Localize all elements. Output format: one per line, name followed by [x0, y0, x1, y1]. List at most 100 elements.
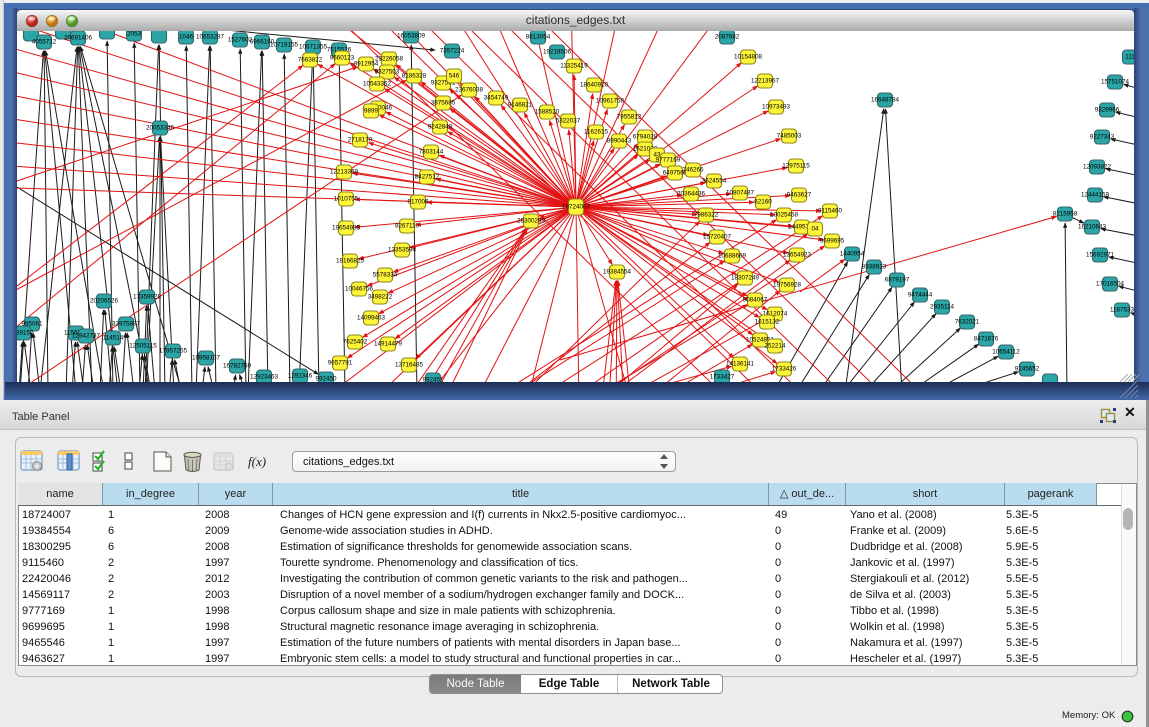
svg-text:9777169: 9777169 [656, 157, 681, 164]
svg-text:33975887: 33975887 [112, 321, 141, 328]
svg-text:939152: 939152 [17, 330, 34, 337]
svg-text:9657791: 9657791 [328, 360, 353, 367]
svg-text:8990443: 8990443 [607, 138, 632, 145]
svg-text:10654112: 10654112 [992, 349, 1020, 356]
svg-text:19166825: 19166825 [336, 258, 365, 265]
svg-text:4055712: 4055712 [32, 39, 57, 46]
svg-text:10973493: 10973493 [762, 104, 791, 111]
svg-text:04: 04 [811, 226, 819, 233]
svg-text:992450: 992450 [315, 376, 337, 383]
svg-text:9245652: 9245652 [1015, 366, 1040, 373]
svg-text:12093822: 12093822 [1083, 164, 1112, 171]
svg-text:546: 546 [449, 73, 460, 80]
svg-text:252214: 252214 [764, 343, 786, 350]
svg-text:12923463: 12923463 [250, 374, 279, 381]
svg-text:12444159: 12444159 [1081, 192, 1110, 199]
svg-text:10719155: 10719155 [270, 42, 299, 49]
svg-text:20364436: 20364436 [677, 191, 706, 198]
svg-text:8186328: 8186328 [402, 73, 427, 80]
svg-text:10961758: 10961758 [596, 98, 625, 105]
svg-text:1010755: 1010755 [334, 196, 359, 203]
svg-text:14914479: 14914479 [374, 341, 403, 348]
svg-text:10046756: 10046756 [345, 286, 374, 293]
svg-text:9146821: 9146821 [508, 102, 533, 109]
svg-text:10543362: 10543362 [363, 81, 392, 88]
svg-text:8267110: 8267110 [395, 223, 420, 230]
svg-text:7625402: 7625402 [343, 339, 368, 346]
svg-text:10025458: 10025458 [770, 212, 799, 219]
svg-text:9227343: 9227343 [1090, 134, 1115, 141]
svg-text:992451: 992451 [422, 377, 444, 383]
svg-text:1615132: 1615132 [755, 319, 780, 326]
svg-text:9463627: 9463627 [787, 192, 812, 199]
svg-text:917006: 917006 [407, 199, 429, 206]
svg-text:12942737: 12942737 [72, 333, 101, 340]
svg-text:19654985: 19654985 [332, 225, 361, 232]
svg-text:1733426: 1733426 [772, 366, 797, 373]
svg-text:18640910: 18640910 [580, 82, 609, 89]
svg-text:1162615: 1162615 [584, 129, 609, 136]
svg-text:62160: 62160 [754, 199, 772, 206]
svg-text:10653287: 10653287 [196, 34, 225, 41]
svg-text:1167533: 1167533 [1110, 307, 1134, 314]
svg-text:20691406: 20691406 [64, 35, 93, 42]
svg-text:10154808: 10154808 [734, 54, 763, 61]
svg-text:20206526: 20206526 [90, 298, 119, 305]
svg-text:16782759: 16782759 [223, 363, 252, 370]
svg-text:7986322: 7986322 [694, 212, 719, 219]
svg-text:23226058: 23226058 [375, 56, 404, 63]
svg-text:2718170: 2718170 [348, 137, 373, 144]
svg-text:10688609: 10688609 [718, 253, 747, 260]
svg-text:8938923: 8938923 [862, 264, 887, 271]
svg-text:10958107: 10958107 [192, 355, 221, 362]
svg-text:17957255: 17957255 [159, 348, 188, 355]
svg-text:1046: 1046 [179, 34, 194, 41]
svg-text:1733427: 1733427 [710, 374, 735, 381]
svg-text:11325419: 11325419 [560, 63, 588, 70]
svg-text:3624554: 3624554 [702, 178, 727, 185]
svg-text:1440954: 1440954 [840, 251, 865, 258]
svg-text:9115460: 9115460 [818, 208, 843, 215]
svg-text:15692971: 15692971 [1086, 252, 1115, 259]
svg-text:9699695: 9699695 [820, 238, 845, 245]
svg-text:16053809: 16053809 [397, 33, 426, 40]
svg-text:13353594: 13353594 [388, 247, 417, 254]
svg-text:19218506: 19218506 [543, 49, 572, 56]
svg-text:13654923: 13654923 [783, 252, 812, 259]
svg-text:7485003: 7485003 [777, 133, 802, 140]
svg-text:16210643: 16210643 [1078, 224, 1107, 231]
svg-text:5578334: 5578334 [373, 272, 398, 279]
svg-text:13716485: 13716485 [395, 362, 424, 369]
svg-text:12213369: 12213369 [330, 169, 359, 176]
svg-text:f​(x): f​(x) [248, 454, 266, 469]
svg-text:9329966: 9329966 [1095, 107, 1120, 114]
svg-text:9899: 9899 [364, 108, 379, 115]
svg-text:19384554: 19384554 [603, 269, 632, 276]
svg-text:9474444: 9474444 [908, 292, 933, 299]
svg-text:9327503: 9327503 [375, 69, 400, 76]
svg-text:17359928: 17359928 [133, 294, 162, 301]
svg-text:10807487: 10807487 [726, 190, 755, 197]
svg-text:14099463: 14099463 [357, 315, 386, 322]
svg-text:12213967: 12213967 [751, 78, 780, 85]
svg-text:8813054: 8813054 [526, 34, 551, 41]
svg-text:2053: 2053 [127, 31, 142, 38]
svg-text:2935114: 2935114 [930, 304, 955, 311]
svg-text:111: 111 [1125, 54, 1134, 61]
svg-text:16648784: 16648784 [871, 97, 900, 104]
svg-text:3454749: 3454749 [484, 95, 509, 102]
svg-text:7632021: 7632021 [955, 319, 980, 326]
svg-text:15751074: 15751074 [1101, 79, 1130, 86]
svg-text:6879197: 6879197 [885, 277, 910, 284]
svg-text:15720407: 15720407 [703, 234, 732, 241]
svg-text:9660123: 9660123 [330, 55, 355, 62]
svg-text:12975115: 12975115 [782, 163, 810, 170]
svg-text:746266: 746266 [682, 167, 704, 174]
svg-text:6794028: 6794028 [633, 134, 658, 141]
svg-text:14136141: 14136141 [726, 361, 755, 368]
svg-text:8471676: 8471676 [974, 336, 999, 343]
svg-text:7357224: 7357224 [440, 48, 465, 55]
svg-text:10671355: 10671355 [299, 44, 328, 51]
svg-text:20053346: 20053346 [146, 125, 175, 132]
svg-text:17016504: 17016504 [1096, 281, 1125, 288]
